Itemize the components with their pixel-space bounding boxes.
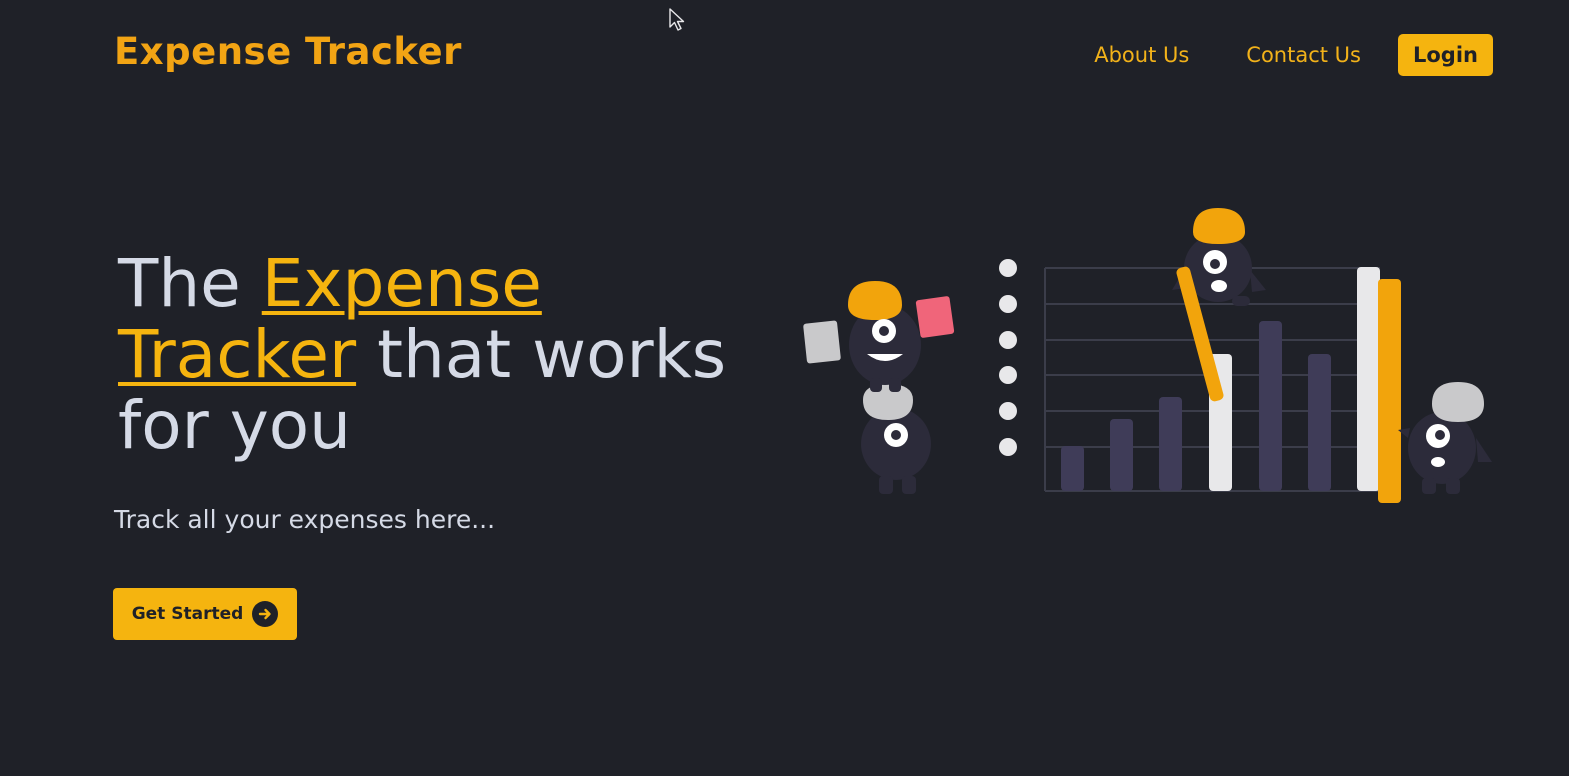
nav-contact-us[interactable]: Contact Us xyxy=(1246,43,1361,67)
creature-right xyxy=(1398,382,1492,494)
mouse-cursor-icon xyxy=(669,8,685,31)
arrow-right-circle-icon xyxy=(252,601,279,627)
get-started-label: Get Started xyxy=(131,604,244,624)
login-button[interactable]: Login xyxy=(1398,34,1493,76)
chart-bars xyxy=(1061,267,1401,503)
hero-title: The Expense Tracker that works for you xyxy=(118,248,798,461)
landing-page: Expense Tracker About Us Contact Us Logi… xyxy=(0,0,1569,776)
hero-illustration xyxy=(803,208,1492,503)
hero-title-highlight-tracker: Tracker xyxy=(118,316,357,393)
get-started-button[interactable]: Get Started xyxy=(113,588,297,640)
brand-logo[interactable]: Expense Tracker xyxy=(114,30,462,73)
hero-title-highlight-expense: Expense xyxy=(261,245,542,322)
hero-title-the: The xyxy=(118,245,262,322)
bullet-dots xyxy=(999,259,1017,456)
creature-stack xyxy=(803,281,955,494)
hero-subtitle: Track all your expenses here... xyxy=(114,505,496,534)
nav-about-us[interactable]: About Us xyxy=(1094,43,1189,67)
top-nav: About Us Contact Us Login xyxy=(1094,34,1493,76)
